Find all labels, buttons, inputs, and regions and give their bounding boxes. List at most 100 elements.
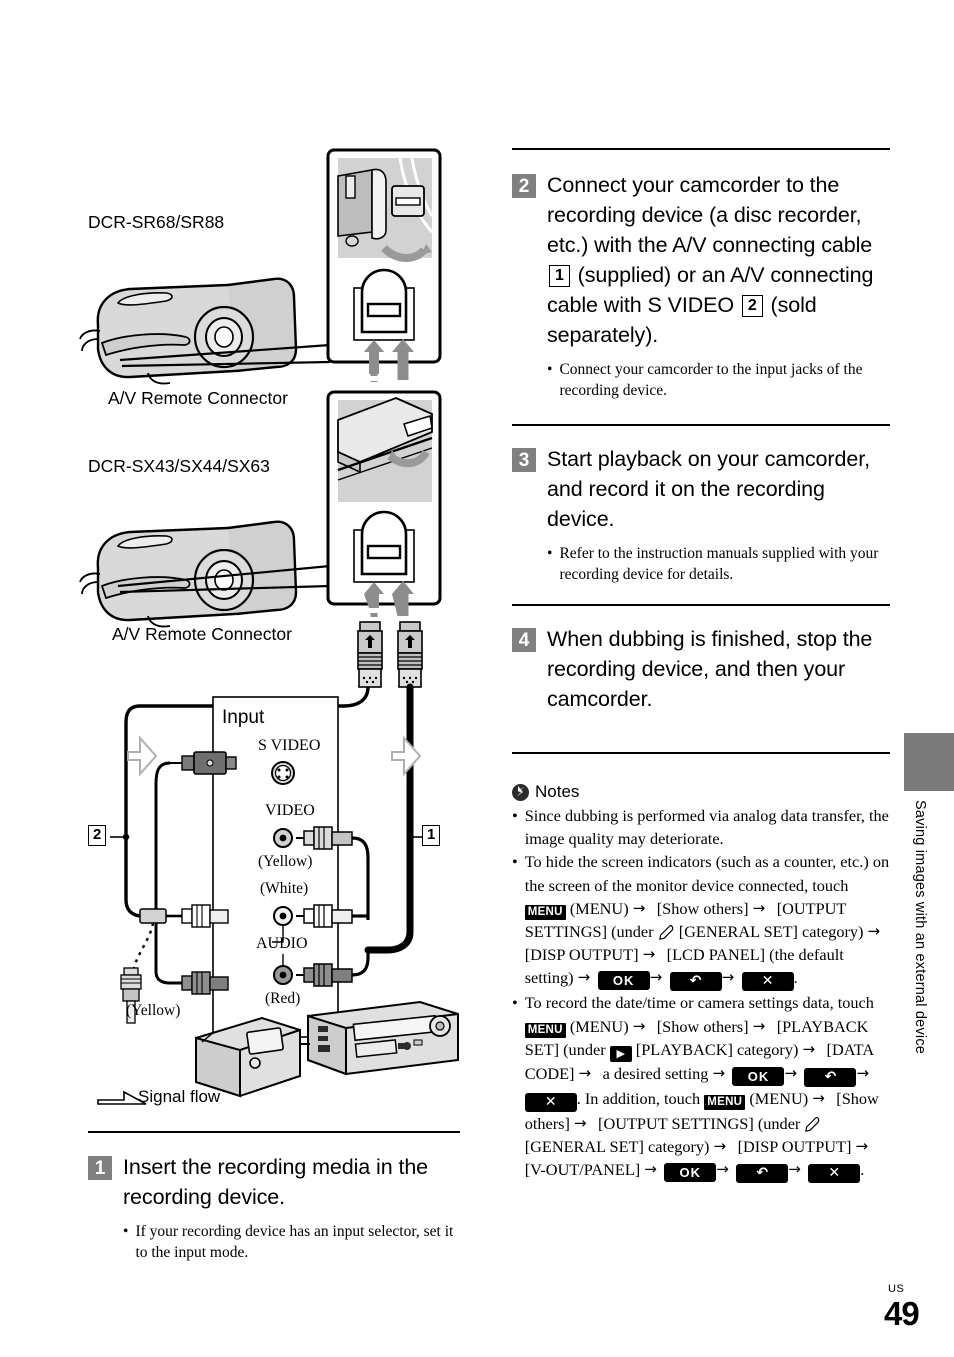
back-button-glyph: ↶	[804, 1067, 857, 1087]
arrow-icon: →	[649, 968, 663, 987]
model-label-sx: DCR-SX43/SX44/SX63	[88, 456, 270, 476]
note-analog-quality: Since dubbing is performed via analog da…	[524, 806, 889, 849]
step-3-title: Start playback on your camcorder, and re…	[547, 447, 870, 531]
menu-button-glyph: MENU	[524, 904, 566, 920]
step-1-number: 1	[88, 1156, 112, 1180]
av-plug-pair	[357, 621, 423, 688]
arrow-icon: →	[712, 1063, 726, 1082]
disc-recorder-illustration	[195, 1016, 301, 1098]
menu-button-glyph: MENU	[704, 1094, 746, 1110]
svg-text:VIDEO: VIDEO	[265, 802, 315, 819]
plug-color-yellow: (Yellow)	[126, 1002, 181, 1019]
manual-page: Input S VIDEO VIDEO (Yellow) (White) AUD…	[0, 0, 954, 1357]
arrow-icon: →	[644, 1160, 657, 1179]
cable-1-path	[364, 683, 414, 954]
step-2-bullet-0: Connect your camcorder to the input jack…	[559, 361, 863, 399]
ok-button-glyph: OK	[664, 1163, 717, 1183]
arrow-icon: →	[642, 945, 656, 964]
notes-list: • Since dubbing is performed via analog d…	[512, 804, 890, 1184]
svg-text:AUDIO: AUDIO	[256, 935, 308, 952]
inline-cable-marker: 1	[549, 265, 570, 287]
close-button-glyph: ✕	[524, 1092, 577, 1112]
region-code: US	[888, 1283, 905, 1295]
wrench-icon	[805, 1116, 820, 1132]
rca-plug-audio-white	[296, 904, 368, 928]
step-2-title: Connect your camcorder to the recording …	[547, 173, 874, 347]
cable-marker-2: 2	[88, 825, 107, 846]
close-button-glyph: ✕	[808, 1164, 861, 1184]
svg-text:Input: Input	[222, 707, 265, 728]
flash-notes-icon: ⚡	[512, 783, 529, 801]
note-data-code: To record the date/time or camera settin…	[524, 993, 879, 1184]
connector-label-sx: A/V Remote Connector	[112, 624, 292, 644]
notes-heading: ⚡ Notes	[512, 782, 890, 802]
step-2: 2 Connect your camcorder to the recordin…	[512, 170, 890, 403]
ok-button-glyph: OK	[597, 971, 650, 991]
ok-button-glyph: OK	[732, 1066, 785, 1086]
note-item: • Since dubbing is performed via analog d…	[512, 804, 890, 850]
step-3-bullet-0: Refer to the instruction manuals supplie…	[559, 545, 879, 583]
arrow-icon: →	[721, 968, 735, 987]
arrow-icon: →	[716, 1160, 729, 1179]
rule-above-step4	[512, 604, 890, 606]
notes-section: ⚡ Notes • Since dubbing is performed via …	[512, 782, 890, 1184]
arrow-icon: →	[752, 898, 766, 917]
inline-cable-marker: 2	[741, 295, 763, 317]
arrow-icon: →	[752, 1016, 766, 1035]
svg-text:(Red): (Red)	[265, 990, 300, 1007]
arrow-icon: →	[632, 898, 646, 917]
step-2-number: 2	[512, 174, 536, 198]
arrow-icon: →	[573, 1113, 587, 1132]
step-1-bullets: • If your recording device has an input s…	[123, 1221, 460, 1263]
close-button-glyph: ✕	[741, 972, 794, 992]
note-item: • To hide the screen indicators (such as …	[512, 850, 890, 992]
step-1-title: Insert the recording media in the record…	[123, 1155, 429, 1209]
step-1-bullet-0: If your recording device has an input se…	[135, 1223, 454, 1261]
rule-above-notes	[512, 752, 890, 754]
arrow-icon: →	[578, 1063, 592, 1082]
back-button-glyph: ↶	[669, 972, 722, 992]
camcorder-illustration-sx	[78, 520, 298, 628]
connector-label-sr: A/V Remote Connector	[108, 388, 288, 408]
back-button-glyph: ↶	[736, 1164, 789, 1184]
step-4-number: 4	[512, 628, 536, 652]
arrow-icon: →	[856, 1063, 870, 1082]
note-hide-indicators: To hide the screen indicators (such as a…	[524, 852, 890, 992]
arrow-icon: →	[577, 968, 591, 987]
step-3-number: 3	[512, 448, 536, 472]
bullet-icon: •	[512, 852, 518, 872]
rule-above-step3	[512, 424, 890, 426]
arrow-icon: →	[632, 1016, 646, 1035]
step-2-bullets: • Connect your camcorder to the input jac…	[547, 359, 890, 401]
arrow-icon: →	[855, 1137, 869, 1156]
step-3-bullets: • Refer to the instruction manuals suppli…	[547, 543, 890, 585]
step-1: 1 Insert the recording media in the reco…	[88, 1152, 460, 1265]
rule-above-step2	[512, 148, 890, 150]
rule-left-above-step1	[88, 1131, 460, 1133]
detail-panel-sr	[326, 148, 442, 382]
section-tab-label: Saving images with an external device	[912, 800, 928, 1055]
page-number: 49	[884, 1295, 920, 1332]
bullet-icon: •	[512, 993, 518, 1013]
notes-heading-label: Notes	[535, 782, 580, 801]
model-label-sr: DCR-SR68/SR88	[88, 212, 225, 232]
signal-arrow-left	[127, 735, 158, 777]
arrow-icon: →	[802, 1039, 816, 1058]
arrow-icon: →	[713, 1137, 727, 1156]
step-4: 4 When dubbing is finished, stop the rec…	[512, 624, 890, 714]
cable-marker-1: 1	[422, 825, 441, 846]
arrow-icon: →	[812, 1088, 825, 1107]
arrow-icon: →	[784, 1063, 798, 1082]
arrow-icon: →	[788, 1160, 801, 1179]
playback-category-glyph: ▶	[609, 1045, 632, 1062]
dubbing-connection-diagram: Input S VIDEO VIDEO (Yellow) (White) AUD…	[78, 148, 459, 1105]
svg-text:S VIDEO: S VIDEO	[258, 737, 320, 754]
step-3: 3 Start playback on your camcorder, and …	[512, 444, 890, 587]
menu-button-glyph: MENU	[524, 1022, 566, 1038]
camcorder-illustration-sr	[78, 277, 298, 385]
section-tab-marker	[904, 733, 954, 791]
bullet-icon: •	[512, 806, 518, 825]
detail-panel-sx	[326, 390, 442, 620]
signal-flow-label: Signal flow	[138, 1087, 221, 1106]
note-item: • To record the date/time or camera setti…	[512, 991, 890, 1184]
